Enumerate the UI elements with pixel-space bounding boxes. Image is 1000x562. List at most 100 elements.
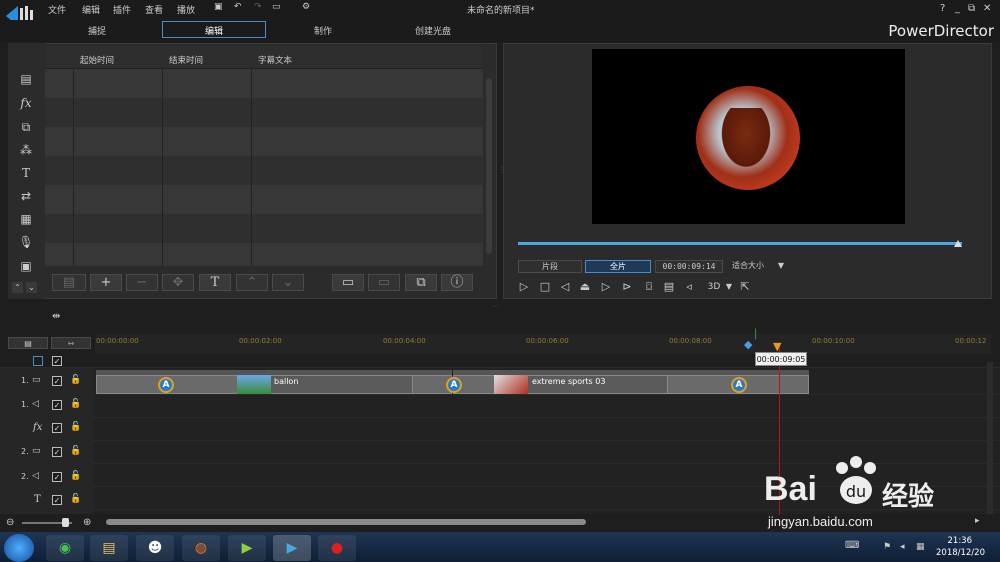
transition-room-icon[interactable]: ⇄ [18,188,34,204]
zoom-out-icon[interactable]: ⊖ [6,517,14,528]
restore-icon[interactable]: ⧉ [968,3,975,14]
track-enable-checkbox[interactable]: ✓ [52,472,62,482]
auto-adjust-icon[interactable]: A [158,377,174,393]
text-format-button[interactable]: T [199,274,231,291]
scrollbar-thumb[interactable] [486,78,492,254]
select-all-video-checkbox[interactable] [33,356,43,366]
auto-adjust-icon[interactable]: A [446,377,462,393]
settings-icon[interactable]: ⚙ [302,2,310,12]
undock-preview-icon[interactable]: ⇱ [738,280,752,294]
export-subtitle-button[interactable]: ▭ [368,274,400,291]
qq-icon[interactable]: ☻ [136,535,174,561]
header-subtitle-text[interactable]: 字幕文本 [252,46,483,69]
powerdirector-taskbar-icon[interactable]: ▶ [273,535,311,561]
browser-icon[interactable]: ◉ [46,535,84,561]
zoom-in-icon[interactable]: ⊕ [83,517,91,528]
marker-pin-icon[interactable]: │ [753,330,758,340]
menu-play[interactable]: 播放 [177,3,195,16]
tab-edit[interactable]: 编辑 [162,21,266,38]
tab-produce[interactable]: 制作 [288,24,358,37]
fit-timeline-icon[interactable]: ⇹ [52,311,60,322]
undo-icon[interactable]: ↶ [234,2,242,12]
fast-forward-icon[interactable]: ⊳ [620,280,634,294]
help-icon[interactable]: ? [940,3,945,14]
snapshot-icon[interactable]: ⌼ [642,280,656,294]
menu-view[interactable]: 查看 [145,3,163,16]
taskbar-time[interactable]: 21:36 [912,536,973,546]
menu-plugins[interactable]: 插件 [113,3,131,16]
timeline-mode-button[interactable]: ⇿ [51,337,91,349]
scroll-down-icon[interactable]: ⌄ [26,282,37,293]
menu-file[interactable]: 文件 [48,3,66,16]
volume-icon[interactable]: ◃ [682,280,696,294]
subtitle-room-icon[interactable]: ▣ [18,258,34,274]
move-up-button[interactable]: ⌃ [236,274,268,291]
header-end-time[interactable]: 结束时间 [163,46,252,69]
chevron-down-icon[interactable]: ▼ [775,260,787,273]
stop-icon[interactable]: □ [538,280,552,294]
track-enable-checkbox[interactable]: ✓ [52,400,62,410]
lock-icon[interactable]: 🔓 [70,471,81,482]
close-icon[interactable]: ✕ [983,3,991,14]
add-subtitle-button[interactable]: + [90,274,122,291]
pip-room-icon[interactable]: ⧉ [18,119,34,135]
subtitle-position-button[interactable]: ⧉ [405,274,437,291]
taskbar-date[interactable]: 2018/12/20 [925,548,985,558]
screen-recorder-icon[interactable]: ● [318,535,356,561]
table-scrollbar[interactable] [485,70,493,265]
import-subtitle-button[interactable]: ▤ [52,274,86,291]
keyboard-icon[interactable]: ⌨ [845,540,859,551]
track-enable-checkbox[interactable]: ✓ [52,447,62,457]
mark-icon[interactable]: ⏏ [578,280,592,294]
speaker-icon[interactable]: ◂ [900,542,905,552]
play-icon[interactable]: ▷ [517,280,531,294]
marker-diamond-icon[interactable]: ◆ [744,338,752,351]
lock-icon[interactable]: 🔓 [70,375,81,386]
media-room-icon[interactable]: ▤ [18,71,34,87]
flag-icon[interactable]: ⚑ [883,542,891,552]
redo-icon[interactable]: ↷ [254,2,262,12]
fx-room-icon[interactable]: fx [18,95,34,111]
track-enable-checkbox[interactable]: ✓ [52,376,62,386]
previous-frame-icon[interactable]: ◁ [558,280,572,294]
start-button[interactable] [4,534,34,562]
save-icon[interactable]: ▣ [214,2,223,12]
video-editor-icon[interactable]: ▶ [228,535,266,561]
scroll-right-icon[interactable]: ▸ [975,516,980,526]
file-explorer-icon[interactable]: ▤ [90,535,128,561]
timecode-display[interactable]: 00:00:09:14 [655,260,723,273]
scrollbar-thumb[interactable] [106,519,586,525]
menu-edit[interactable]: 编辑 [82,3,100,16]
voiceover-mic-icon[interactable]: 🎙 [18,234,34,250]
scrubber-handle[interactable] [954,240,962,247]
lock-icon[interactable]: 🔓 [70,399,81,410]
auto-adjust-icon[interactable]: A [731,377,747,393]
subtitle-table[interactable]: 起始时间 结束时间 字幕文本 [45,46,483,266]
header-start-time[interactable]: 起始时间 [74,46,163,69]
open-folder-button[interactable]: ▭ [332,274,364,291]
track-manager-button[interactable]: ▤ [8,337,48,349]
fit-size-select[interactable]: 适合大小 [727,260,777,273]
remove-subtitle-button[interactable]: − [126,274,158,291]
3d-dropdown-icon[interactable]: ▼ [722,280,736,294]
timeline-vertical-scrollbar[interactable] [987,362,993,514]
scroll-up-icon[interactable]: ⌃ [12,282,23,293]
title-room-icon[interactable]: T [18,165,34,181]
particle-room-icon[interactable]: ⁂ [18,142,34,158]
move-down-button[interactable]: ⌄ [272,274,304,291]
subtitle-toggle-icon[interactable]: ▤ [662,280,676,294]
aspect-ratio-icon[interactable]: ▭ [272,2,281,12]
tab-capture[interactable]: 捕捉 [62,24,132,37]
lock-icon[interactable]: 🔓 [70,494,81,505]
lock-icon[interactable]: 🔓 [70,446,81,457]
firefox-icon[interactable]: ◍ [182,535,220,561]
merge-subtitle-button[interactable]: ✥ [162,274,194,291]
track-enable-checkbox[interactable]: ✓ [52,423,62,433]
enable-all-checkbox[interactable]: ✓ [52,356,62,366]
zoom-slider-handle[interactable] [62,518,69,527]
next-frame-icon[interactable]: ▷ [599,280,613,294]
track-enable-checkbox[interactable]: ✓ [52,495,62,505]
info-button[interactable]: ⓘ [441,274,473,291]
minimize-icon[interactable]: _ [955,3,960,14]
tab-create-disc[interactable]: 创建光盘 [398,24,468,37]
